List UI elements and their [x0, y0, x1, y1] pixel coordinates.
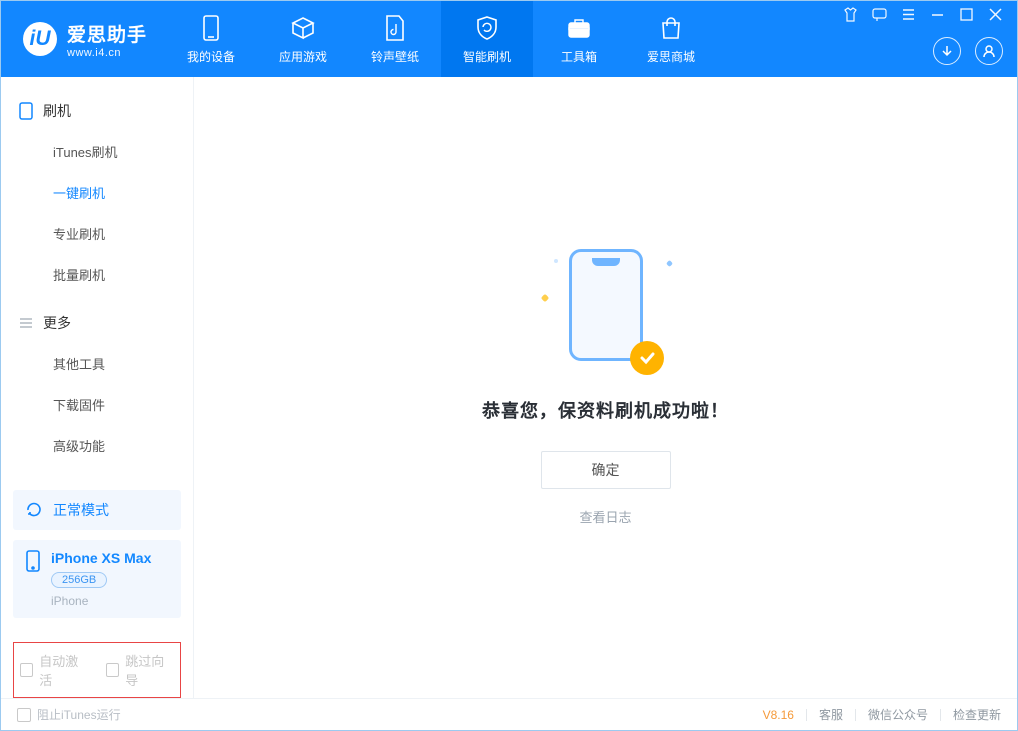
- result-panel: 恭喜您，保资料刷机成功啦！ 确定 查看日志: [482, 249, 729, 526]
- app-name-en: www.i4.cn: [67, 47, 147, 59]
- top-nav: 我的设备 应用游戏 铃声壁纸 智能刷机 工具箱 爱思商城: [165, 1, 717, 77]
- maximize-icon[interactable]: [959, 7, 974, 22]
- checkbox-label: 跳过向导: [125, 651, 174, 689]
- nav-label: 铃声壁纸: [371, 48, 419, 65]
- sidebar-item-oneclick-flash[interactable]: 一键刷机: [1, 172, 193, 213]
- device-card[interactable]: iPhone XS Max 256GB iPhone: [13, 540, 181, 618]
- nav-mall[interactable]: 爱思商城: [625, 1, 717, 77]
- download-manager-button[interactable]: [933, 37, 961, 65]
- checkbox-icon: [17, 708, 31, 722]
- checkbox-skip-guide[interactable]: 跳过向导: [106, 651, 174, 689]
- ok-button[interactable]: 确定: [541, 451, 671, 489]
- checkbox-block-itunes[interactable]: 阻止iTunes运行: [17, 706, 121, 723]
- shopping-bag-icon: [657, 14, 685, 42]
- minimize-icon[interactable]: [930, 7, 945, 22]
- refresh-icon: [25, 501, 43, 519]
- header-right-buttons: [933, 37, 1003, 65]
- device-storage-badge: 256GB: [51, 572, 107, 588]
- sidebar-item-advanced[interactable]: 高级功能: [1, 425, 193, 466]
- window-controls: [843, 7, 1003, 22]
- sidebar-item-download-firmware[interactable]: 下载固件: [1, 384, 193, 425]
- sidebar-item-other-tools[interactable]: 其他工具: [1, 343, 193, 384]
- sidebar-item-batch-flash[interactable]: 批量刷机: [1, 254, 193, 295]
- nav-label: 智能刷机: [463, 48, 511, 65]
- checkbox-auto-activate[interactable]: 自动激活: [20, 651, 88, 689]
- sidebar-group-more[interactable]: 更多: [1, 303, 193, 343]
- user-account-button[interactable]: [975, 37, 1003, 65]
- cube-icon: [289, 14, 317, 42]
- mode-label: 正常模式: [53, 500, 109, 520]
- logo-text: 爱思助手 www.i4.cn: [67, 20, 147, 59]
- group-label: 刷机: [43, 101, 71, 121]
- success-message: 恭喜您，保资料刷机成功啦！: [482, 397, 729, 423]
- shield-refresh-icon: [473, 14, 501, 42]
- separator: [940, 709, 941, 721]
- checkbox-label: 阻止iTunes运行: [37, 706, 121, 723]
- nav-label: 应用游戏: [279, 48, 327, 65]
- device-type: iPhone: [51, 594, 151, 608]
- nav-smart-flash[interactable]: 智能刷机: [441, 1, 533, 77]
- nav-label: 爱思商城: [647, 48, 695, 65]
- check-icon: [630, 341, 664, 375]
- checkbox-icon: [106, 663, 119, 677]
- device-icon: [25, 550, 41, 572]
- app-header: iU 爱思助手 www.i4.cn 我的设备 应用游戏 铃声壁纸 智能刷机 工具…: [1, 1, 1017, 77]
- sidebar-item-pro-flash[interactable]: 专业刷机: [1, 213, 193, 254]
- nav-apps-games[interactable]: 应用游戏: [257, 1, 349, 77]
- main-content: 恭喜您，保资料刷机成功啦！ 确定 查看日志: [193, 77, 1017, 698]
- nav-ringtone-wallpaper[interactable]: 铃声壁纸: [349, 1, 441, 77]
- view-log-link[interactable]: 查看日志: [482, 507, 729, 526]
- logo-icon: iU: [23, 22, 57, 56]
- menu-icon[interactable]: [901, 7, 916, 22]
- checkbox-icon: [20, 663, 33, 677]
- support-link[interactable]: 客服: [819, 706, 843, 723]
- shirt-icon[interactable]: [843, 7, 858, 22]
- version-label: V8.16: [763, 708, 794, 722]
- separator: [855, 709, 856, 721]
- phone-outline-icon: [19, 102, 33, 120]
- logo[interactable]: iU 爱思助手 www.i4.cn: [1, 1, 165, 77]
- sidebar: 刷机 iTunes刷机 一键刷机 专业刷机 批量刷机 更多 其他工具 下载固件 …: [1, 77, 193, 698]
- footer-bar: 阻止iTunes运行 V8.16 客服 微信公众号 检查更新: [1, 698, 1017, 730]
- wechat-link[interactable]: 微信公众号: [868, 706, 928, 723]
- close-icon[interactable]: [988, 7, 1003, 22]
- app-name-cn: 爱思助手: [67, 20, 147, 47]
- checkbox-label: 自动激活: [39, 651, 88, 689]
- separator: [806, 709, 807, 721]
- nav-toolbox[interactable]: 工具箱: [533, 1, 625, 77]
- success-illustration: [536, 249, 676, 369]
- group-label: 更多: [43, 313, 71, 333]
- sidebar-item-itunes-flash[interactable]: iTunes刷机: [1, 131, 193, 172]
- list-icon: [19, 316, 33, 330]
- nav-label: 我的设备: [187, 48, 235, 65]
- device-name: iPhone XS Max: [51, 550, 151, 566]
- nav-label: 工具箱: [561, 48, 597, 65]
- device-mode-card[interactable]: 正常模式: [13, 490, 181, 530]
- flash-options-box: 自动激活 跳过向导: [13, 642, 181, 698]
- feedback-icon[interactable]: [872, 7, 887, 22]
- music-file-icon: [381, 14, 409, 42]
- check-update-link[interactable]: 检查更新: [953, 706, 1001, 723]
- nav-my-device[interactable]: 我的设备: [165, 1, 257, 77]
- sidebar-group-flash[interactable]: 刷机: [1, 91, 193, 131]
- phone-icon: [197, 14, 225, 42]
- briefcase-icon: [565, 14, 593, 42]
